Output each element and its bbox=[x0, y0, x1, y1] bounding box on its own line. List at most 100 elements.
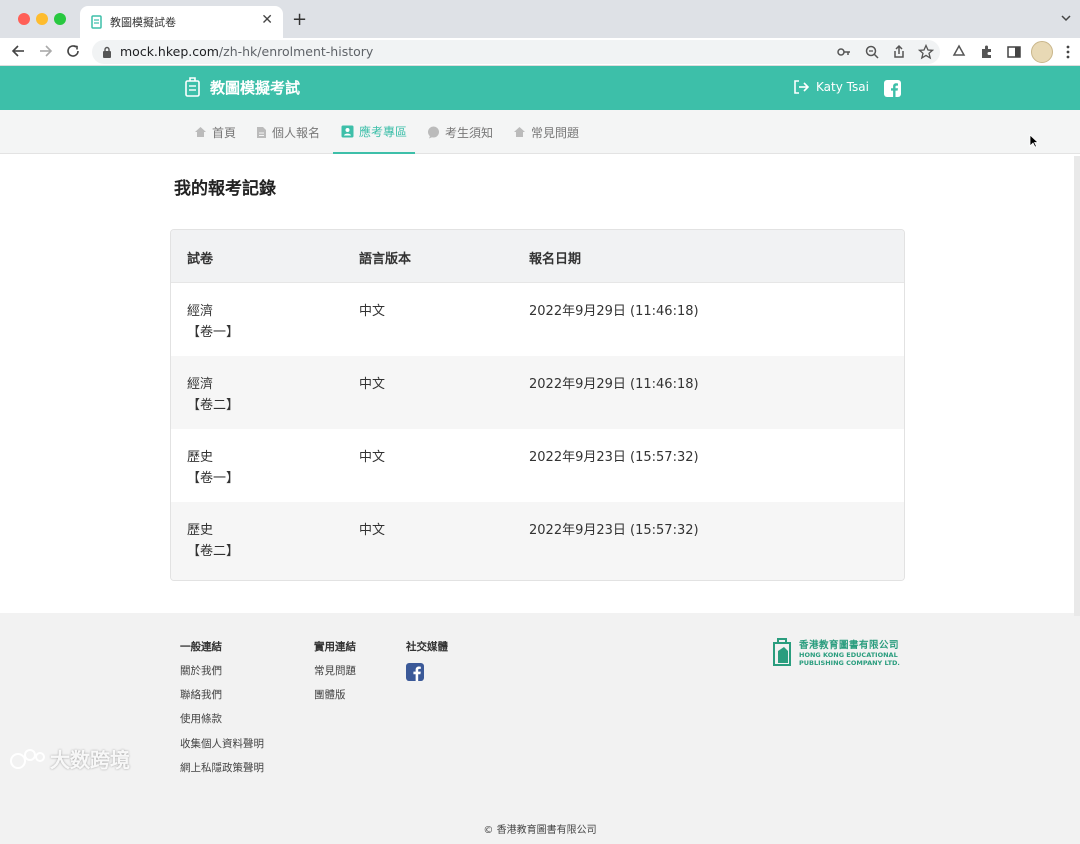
brand-title: 教圖模擬考試 bbox=[210, 78, 301, 97]
nav-item-label: 個人報名 bbox=[272, 125, 321, 140]
bookmark-star-icon[interactable] bbox=[918, 44, 934, 60]
date-cell: 2022年9月29日 (11:46:18) bbox=[529, 304, 699, 319]
lock-icon bbox=[103, 46, 111, 58]
paper-cell: 歷史 【卷一】 bbox=[187, 447, 239, 489]
document-icon bbox=[257, 126, 266, 138]
url-host: mock.hkep.com bbox=[120, 44, 219, 59]
paper-label: 【卷一】 bbox=[187, 471, 240, 486]
language-cell: 中文 bbox=[359, 304, 386, 319]
footer-useful-title: 實用連結 bbox=[314, 641, 356, 653]
logo-english-line-2: PUBLISHING COMPANY LTD. bbox=[799, 659, 900, 667]
puzzle-extensions-icon[interactable] bbox=[979, 44, 995, 60]
subject-name: 歷史 bbox=[187, 523, 214, 538]
footer-link-faq[interactable]: 常見問題 bbox=[314, 663, 356, 678]
subject-name: 經濟 bbox=[187, 304, 214, 319]
watermark-logo-icon bbox=[10, 748, 45, 769]
paper-cell: 經濟 【卷一】 bbox=[187, 301, 239, 343]
url-path: /zh-hk/enrolment-history bbox=[218, 44, 374, 59]
recycle-extension-icon[interactable] bbox=[951, 44, 967, 60]
new-tab-button[interactable]: + bbox=[292, 9, 307, 30]
main-nav: 首頁 個人報名 應考專區 考生須知 常見問題 bbox=[0, 110, 1080, 154]
footer-link-privacy[interactable]: 網上私隱政策聲明 bbox=[180, 760, 264, 775]
watermark: 大数跨境 bbox=[8, 744, 130, 773]
hkep-logo-icon bbox=[773, 638, 791, 666]
nav-item-enrolment[interactable]: 個人報名 bbox=[256, 110, 320, 154]
mouse-cursor-icon bbox=[1029, 134, 1039, 148]
paper-label: 【卷一】 bbox=[187, 325, 240, 340]
paper-label: 【卷二】 bbox=[187, 544, 240, 559]
column-header-language: 語言版本 bbox=[359, 252, 412, 267]
close-tab-icon[interactable]: ✕ bbox=[261, 12, 273, 28]
minimize-window-button[interactable] bbox=[36, 13, 48, 25]
reload-icon[interactable] bbox=[65, 43, 81, 59]
footer-general-title: 一般連結 bbox=[180, 641, 222, 653]
side-panel-icon[interactable] bbox=[1006, 44, 1022, 60]
profile-avatar[interactable] bbox=[1031, 41, 1053, 63]
nav-item-home[interactable]: 首頁 bbox=[194, 110, 236, 154]
page-viewport: 教圖模擬考試 Katy Tsai 首頁 個人報名 應考專區 考生須知 常見問題 … bbox=[0, 66, 1080, 844]
logout-icon bbox=[794, 80, 810, 94]
brand-link[interactable]: 教圖模擬考試 bbox=[184, 76, 300, 98]
language-cell: 中文 bbox=[359, 523, 386, 538]
table-row: 歷史 【卷二】 中文 2022年9月23日 (15:57:32) bbox=[171, 502, 904, 580]
home-icon bbox=[514, 127, 525, 137]
paper-cell: 經濟 【卷二】 bbox=[187, 374, 239, 416]
language-cell: 中文 bbox=[359, 450, 386, 465]
tab-title: 教圖模擬試卷 bbox=[110, 16, 176, 29]
home-icon bbox=[195, 127, 206, 137]
nav-item-candidate-notes[interactable]: 考生須知 bbox=[427, 110, 493, 154]
date-cell: 2022年9月23日 (15:57:32) bbox=[529, 523, 699, 538]
zoom-icon[interactable] bbox=[864, 44, 880, 60]
facebook-icon[interactable] bbox=[884, 80, 901, 97]
subject-name: 歷史 bbox=[187, 450, 214, 465]
nav-item-label: 考生須知 bbox=[445, 125, 494, 140]
back-arrow-icon[interactable] bbox=[10, 43, 26, 59]
user-name: Katy Tsai bbox=[816, 80, 869, 94]
forward-arrow-icon[interactable] bbox=[38, 43, 54, 59]
paper-label: 【卷二】 bbox=[187, 398, 240, 413]
key-icon[interactable] bbox=[836, 44, 852, 60]
maximize-window-button[interactable] bbox=[54, 13, 66, 25]
site-header: 教圖模擬考試 Katy Tsai bbox=[0, 66, 1080, 110]
address-bar[interactable]: mock.hkep.com/zh-hk/enrolment-history bbox=[92, 40, 940, 64]
company-logo[interactable]: 香港教育圖書有限公司 HONG KONG EDUCATIONAL PUBLISH… bbox=[772, 637, 900, 667]
footer-link-terms[interactable]: 使用條款 bbox=[180, 711, 222, 726]
browser-toolbar: mock.hkep.com/zh-hk/enrolment-history bbox=[0, 38, 1080, 66]
column-header-date: 報名日期 bbox=[529, 252, 582, 267]
footer-link-about[interactable]: 關於我們 bbox=[180, 663, 222, 678]
footer-link-contact[interactable]: 聯絡我們 bbox=[180, 687, 222, 702]
language-cell: 中文 bbox=[359, 377, 386, 392]
nav-item-label: 常見問題 bbox=[531, 125, 580, 140]
chevron-down-icon[interactable] bbox=[1060, 12, 1072, 24]
subject-name: 經濟 bbox=[187, 377, 214, 392]
logo-english-line-1: HONG KONG EDUCATIONAL bbox=[799, 651, 898, 659]
chat-icon bbox=[428, 126, 439, 138]
nav-item-exam-zone[interactable]: 應考專區 bbox=[333, 110, 416, 154]
site-footer: 一般連結 關於我們 聯絡我們 使用條款 收集個人資料聲明 網上私隱政策聲明 實用… bbox=[0, 613, 1080, 844]
browser-tab-bar: 教圖模擬試卷 ✕ + bbox=[0, 0, 1080, 38]
enrolment-history-table: 試卷 語言版本 報名日期 經濟 【卷一】 中文 2022年9月29日 (11:4… bbox=[170, 229, 905, 581]
nav-item-faq[interactable]: 常見問題 bbox=[513, 110, 579, 154]
page-scrollbar[interactable] bbox=[1074, 156, 1080, 616]
url-text: mock.hkep.com/zh-hk/enrolment-history bbox=[120, 44, 373, 59]
share-icon[interactable] bbox=[891, 44, 907, 60]
footer-link-group[interactable]: 團體版 bbox=[314, 687, 346, 702]
more-menu-icon[interactable] bbox=[1060, 44, 1076, 60]
close-window-button[interactable] bbox=[18, 13, 30, 25]
watermark-text: 大数跨境 bbox=[50, 748, 130, 772]
facebook-icon[interactable] bbox=[406, 663, 424, 681]
date-cell: 2022年9月23日 (15:57:32) bbox=[529, 450, 699, 465]
browser-tab[interactable]: 教圖模擬試卷 ✕ bbox=[80, 6, 283, 38]
copyright-text: © 香港教育圖書有限公司 bbox=[483, 825, 597, 836]
table-header: 試卷 語言版本 報名日期 bbox=[171, 230, 904, 283]
nav-item-label: 首頁 bbox=[212, 125, 237, 140]
favicon-icon bbox=[91, 15, 102, 29]
logout-link[interactable]: Katy Tsai bbox=[792, 78, 869, 96]
table-row: 經濟 【卷二】 中文 2022年9月29日 (11:46:18) bbox=[171, 356, 904, 429]
nav-item-label: 應考專區 bbox=[359, 124, 408, 139]
logo-chinese-name: 香港教育圖書有限公司 bbox=[799, 640, 900, 651]
table-row: 歷史 【卷一】 中文 2022年9月23日 (15:57:32) bbox=[171, 429, 904, 502]
footer-link-data-collection[interactable]: 收集個人資料聲明 bbox=[180, 736, 264, 751]
page-title: 我的報考記錄 bbox=[174, 179, 276, 199]
paper-cell: 歷史 【卷二】 bbox=[187, 520, 239, 562]
